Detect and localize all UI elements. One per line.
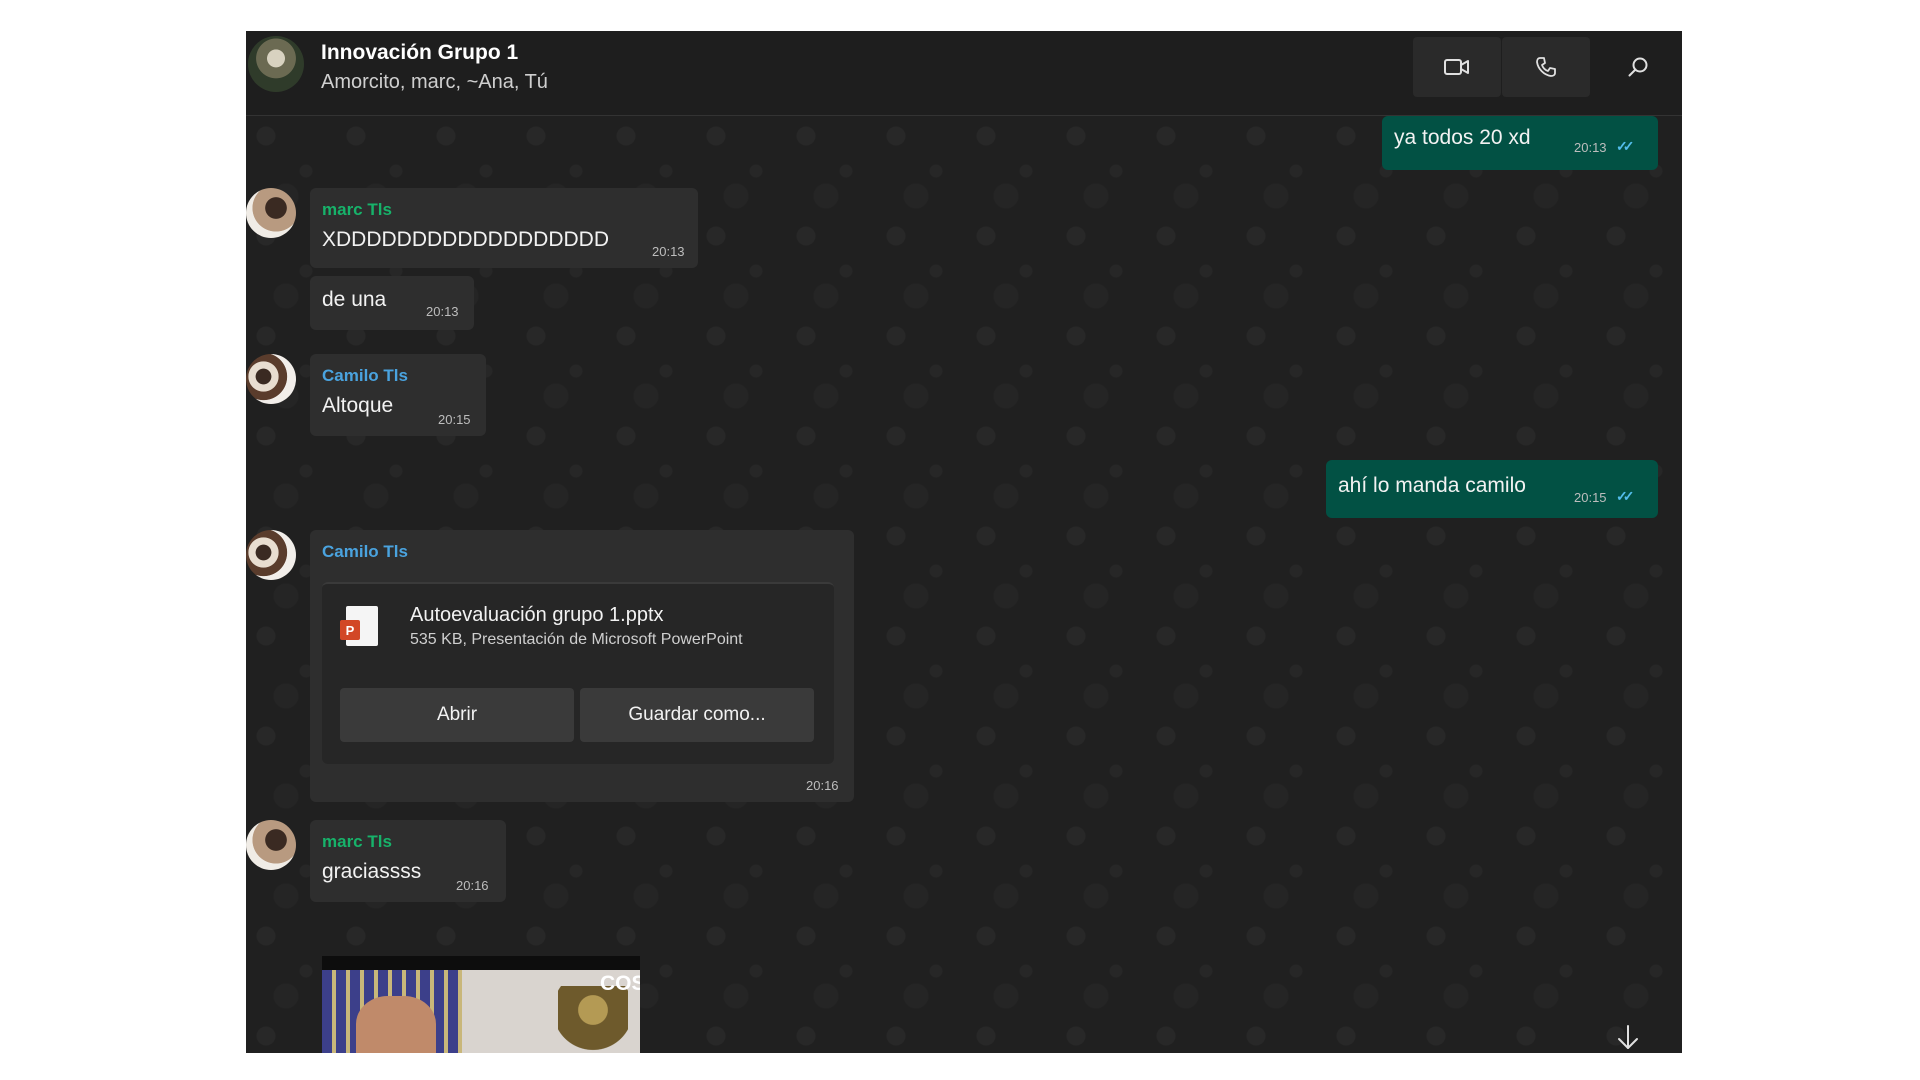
group-title[interactable]: Innovación Grupo 1 [321, 41, 518, 65]
message-bubble-incoming[interactable]: marc Tls graciassss 20:16 [310, 820, 506, 902]
sender-name[interactable]: Camilo Tls [322, 366, 408, 386]
message-text: ya todos 20 xd [1394, 126, 1531, 149]
video-call-button[interactable] [1413, 37, 1501, 97]
file-name: Autoevaluación grupo 1.pptx [410, 604, 664, 626]
phone-call-icon [1536, 57, 1556, 77]
whatsapp-window: Innovación Grupo 1 Amorcito, marc, ~Ana,… [246, 31, 1682, 1053]
search-button[interactable] [1608, 37, 1668, 97]
message-time: 20:13 [652, 244, 685, 259]
file-meta: 535 KB, Presentación de Microsoft PowerP… [410, 631, 743, 648]
image-message-preview[interactable]: COS [322, 956, 640, 1053]
message-bubble-incoming[interactable]: de una 20:13 [310, 276, 474, 330]
message-bubble-outgoing[interactable]: ahí lo manda camilo 20:15 ✓✓ [1326, 460, 1658, 518]
image-overlay-text: COS [600, 972, 640, 995]
powerpoint-file-icon: P [340, 606, 378, 646]
message-time: 20:13 [1574, 140, 1607, 155]
message-bubble-outgoing[interactable]: ya todos 20 xd 20:13 ✓✓ [1382, 116, 1658, 170]
open-file-button[interactable]: Abrir [340, 688, 574, 742]
video-call-icon [1444, 59, 1469, 75]
message-time: 20:15 [1574, 490, 1607, 505]
group-avatar[interactable] [248, 36, 304, 92]
sender-name[interactable]: marc Tls [322, 200, 392, 220]
avatar-marc[interactable] [246, 188, 296, 238]
voice-call-button[interactable] [1502, 37, 1590, 97]
sender-name[interactable]: Camilo Tls [322, 542, 408, 562]
scroll-to-bottom-button[interactable] [1608, 1018, 1648, 1053]
message-text: Altoque [322, 394, 394, 417]
message-time: 20:13 [426, 304, 459, 319]
message-bubble-incoming[interactable]: marc Tls XDDDDDDDDDDDDDDDDDD 20:13 [310, 188, 698, 268]
read-receipt-icon: ✓✓ [1616, 138, 1635, 154]
group-members[interactable]: Amorcito, marc, ~Ana, Tú [321, 71, 548, 94]
message-text: graciassss [322, 860, 422, 883]
read-receipt-icon: ✓✓ [1616, 488, 1635, 504]
search-icon [1628, 57, 1648, 77]
message-time: 20:16 [806, 778, 839, 793]
chat-header: Innovación Grupo 1 Amorcito, marc, ~Ana,… [246, 31, 1682, 116]
file-message-bubble[interactable]: Camilo Tls P Autoevaluación grupo 1.pptx… [310, 530, 854, 802]
sender-name[interactable]: marc Tls [322, 832, 392, 852]
message-text: de una [322, 288, 387, 311]
avatar-marc[interactable] [246, 820, 296, 870]
avatar-camilo[interactable] [246, 530, 296, 580]
message-text: XDDDDDDDDDDDDDDDDDD [322, 228, 609, 251]
message-text: ahí lo manda camilo [1338, 474, 1526, 497]
message-time: 20:16 [456, 878, 489, 893]
message-time: 20:15 [438, 412, 471, 427]
file-attachment-card[interactable]: P Autoevaluación grupo 1.pptx 535 KB, Pr… [322, 582, 834, 764]
save-as-button[interactable]: Guardar como... [580, 688, 814, 742]
avatar-camilo[interactable] [246, 354, 296, 404]
chat-area[interactable]: ya todos 20 xd 20:13 ✓✓ marc Tls XDDDDDD… [246, 116, 1682, 1053]
message-bubble-incoming[interactable]: Camilo Tls Altoque 20:15 [310, 354, 486, 436]
arrow-down-icon [1618, 1025, 1638, 1049]
